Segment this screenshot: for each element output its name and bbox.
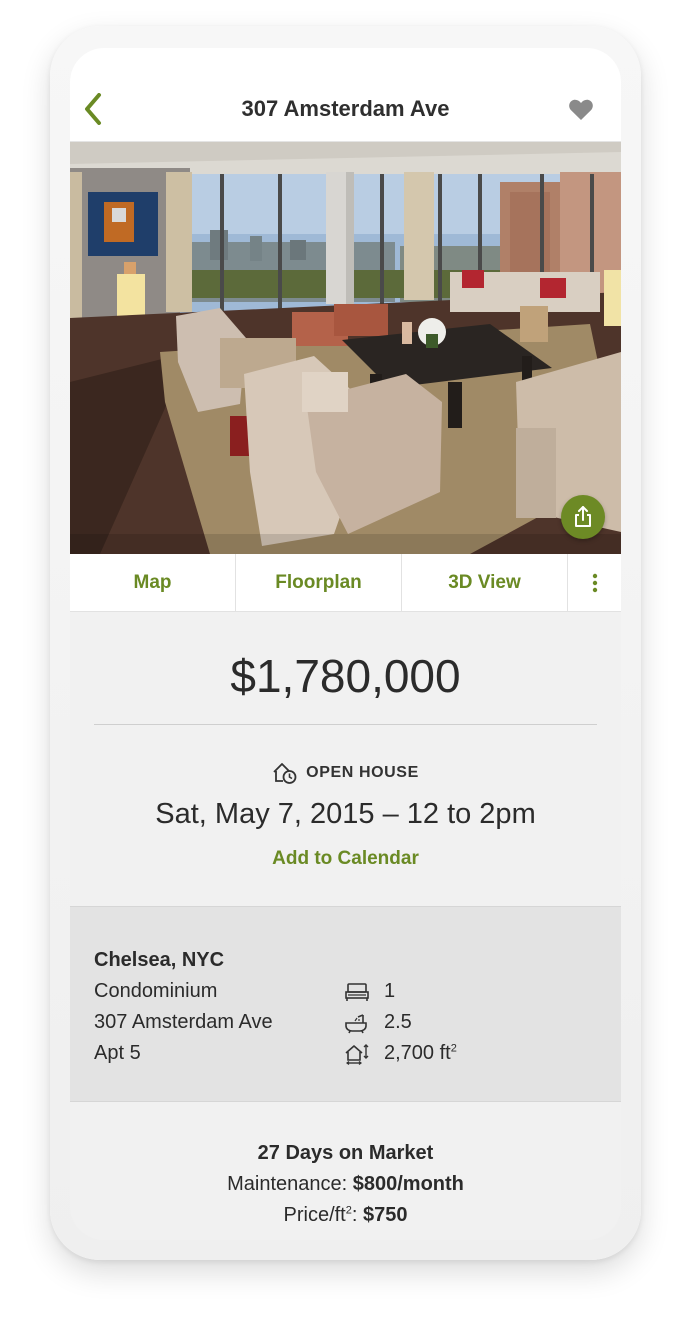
property-details: Chelsea, NYC Condominium 307 Amsterdam A… bbox=[70, 906, 621, 1102]
more-vertical-icon bbox=[592, 573, 597, 593]
add-to-calendar-link[interactable]: Add to Calendar bbox=[70, 848, 621, 870]
bed-icon bbox=[344, 981, 370, 1003]
unit-number: Apt 5 bbox=[94, 1042, 141, 1064]
nav-header: 307 Amsterdam Ave bbox=[70, 48, 621, 142]
bathtub-icon bbox=[344, 1012, 370, 1034]
spec-baths: 2.5 bbox=[344, 1007, 457, 1038]
house-clock-icon bbox=[273, 763, 297, 784]
tab-map[interactable]: Map bbox=[70, 554, 236, 612]
heart-icon bbox=[569, 99, 593, 120]
open-house-label: OPEN HOUSE bbox=[306, 764, 419, 781]
page-title: 307 Amsterdam Ave bbox=[241, 96, 450, 121]
tab-3d-view[interactable]: 3D View bbox=[402, 554, 568, 612]
open-house-date: Sat, May 7, 2015 – 12 to 2pm bbox=[155, 798, 536, 830]
maintenance-fee: Maintenance: $800/month bbox=[227, 1173, 464, 1195]
open-house-heading: OPEN HOUSE bbox=[70, 761, 621, 785]
baths-count: 2.5 bbox=[384, 1011, 412, 1033]
price-divider bbox=[94, 724, 597, 725]
share-icon bbox=[575, 506, 591, 527]
area-size: 2,700 ft2 bbox=[384, 1042, 457, 1064]
tab-floorplan[interactable]: Floorplan bbox=[236, 554, 402, 612]
favorite-button[interactable] bbox=[568, 98, 594, 122]
neighborhood: Chelsea, NYC bbox=[94, 949, 225, 971]
property-address-block: Chelsea, NYC Condominium 307 Amsterdam A… bbox=[94, 945, 273, 1069]
listing-tabs: Map Floorplan 3D View bbox=[70, 554, 621, 612]
market-info: 27 Days on Market Maintenance: $800/mont… bbox=[70, 1102, 621, 1240]
price-section: $1,780,000 OPEN HOUSE Sat, May 7, 2015 –… bbox=[70, 613, 621, 906]
beds-count: 1 bbox=[384, 980, 396, 1002]
property-type: Condominium bbox=[94, 980, 218, 1002]
area-icon bbox=[344, 1043, 370, 1065]
share-button[interactable] bbox=[561, 495, 605, 539]
living-room-image bbox=[70, 142, 621, 554]
more-button[interactable] bbox=[568, 554, 621, 612]
days-on-market: 27 Days on Market bbox=[257, 1142, 434, 1164]
spec-area: 2,700 ft2 bbox=[344, 1038, 457, 1069]
listing-price: $1,780,000 bbox=[230, 650, 461, 702]
spec-beds: 1 bbox=[344, 976, 457, 1007]
street-address: 307 Amsterdam Ave bbox=[94, 1011, 273, 1033]
property-specs: 1 2.5 2,700 ft2 bbox=[344, 976, 457, 1069]
app-screen: 307 Amsterdam Ave Map Floorplan 3D View … bbox=[70, 48, 621, 1240]
price-per-sqft: Price/ft2: $750 bbox=[283, 1204, 408, 1226]
listing-photo[interactable] bbox=[70, 142, 621, 554]
